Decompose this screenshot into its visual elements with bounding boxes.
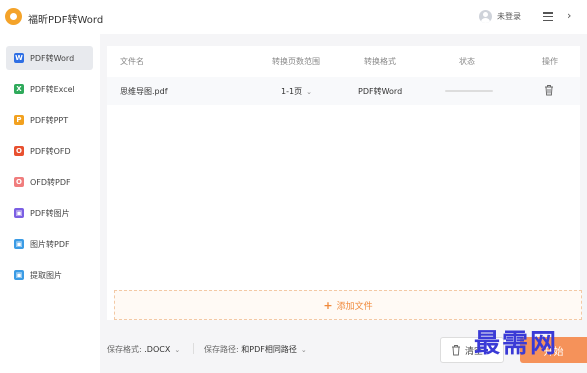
image-icon: ▣ xyxy=(14,208,24,218)
chevron-down-icon: ⌄ xyxy=(174,346,181,354)
ofd-pdf-icon: O xyxy=(14,177,24,187)
sidebar-item-label: 提取图片 xyxy=(30,270,62,280)
progress-bar xyxy=(445,90,493,92)
sidebar-item-label: PDF转Word xyxy=(30,53,75,63)
col-page-range: 转换页数范围 xyxy=(272,57,320,66)
table-header: 文件名 转换页数范围 转换格式 状态 操作 xyxy=(107,46,580,76)
sidebar-item-label: PDF转OFD xyxy=(30,146,71,156)
divider xyxy=(193,343,194,354)
login-button[interactable]: 未登录 xyxy=(479,10,521,23)
plus-icon: + xyxy=(323,298,333,312)
sidebar-item-ofd-to-pdf[interactable]: O OFD转PDF xyxy=(6,170,93,194)
word-icon: W xyxy=(14,53,24,63)
col-format: 转换格式 xyxy=(364,57,396,66)
sidebar-item-pdf-to-ppt[interactable]: P PDF转PPT xyxy=(6,108,93,132)
ofd-icon: O xyxy=(14,146,24,156)
more-chevron-icon[interactable]: › xyxy=(567,9,571,22)
avatar-icon xyxy=(479,10,492,23)
col-filename: 文件名 xyxy=(120,57,144,66)
chevron-down-icon: ⌄ xyxy=(300,346,307,354)
sidebar: W PDF转Word X PDF转Excel P PDF转PPT O PDF转O… xyxy=(0,34,100,373)
save-format-select[interactable]: 保存格式: .DOCX ⌄ xyxy=(107,344,180,355)
col-action: 操作 xyxy=(542,57,558,66)
delete-icon[interactable] xyxy=(544,84,554,98)
page-range-select[interactable]: 1-1页 ⌄ xyxy=(281,86,312,97)
trash-icon xyxy=(452,345,460,356)
add-file-button[interactable]: + 添加文件 xyxy=(114,290,582,320)
format-value: PDF转Word xyxy=(358,87,403,96)
ppt-icon: P xyxy=(14,115,24,125)
sidebar-item-extract-image[interactable]: ▣ 提取图片 xyxy=(6,263,93,287)
image-pdf-icon: ▣ xyxy=(14,239,24,249)
file-list-panel: 文件名 转换页数范围 转换格式 状态 操作 思维导图.pdf 1-1页 ⌄ PDF… xyxy=(107,46,582,320)
sidebar-item-image-to-pdf[interactable]: ▣ 图片转PDF xyxy=(6,232,93,256)
sidebar-item-pdf-to-excel[interactable]: X PDF转Excel xyxy=(6,77,93,101)
app-logo-icon xyxy=(5,8,22,25)
file-name: 思维导图.pdf xyxy=(120,87,168,96)
login-label: 未登录 xyxy=(497,12,521,21)
chevron-down-icon: ⌄ xyxy=(306,88,312,96)
title-bar: 福昕PDF转Word 未登录 › xyxy=(0,0,587,34)
app-title: 福昕PDF转Word xyxy=(28,15,104,26)
table-row[interactable]: 思维导图.pdf 1-1页 ⌄ PDF转Word xyxy=(107,77,580,105)
add-file-label: 添加文件 xyxy=(336,301,373,312)
sidebar-item-label: 图片转PDF xyxy=(30,239,70,249)
extract-image-icon: ▣ xyxy=(14,270,24,280)
sidebar-item-pdf-to-word[interactable]: W PDF转Word xyxy=(6,46,93,70)
save-path-select[interactable]: 保存路径: 和PDF相同路径 ⌄ xyxy=(204,344,307,355)
watermark-logo: 最需网 xyxy=(474,329,559,359)
sidebar-item-label: PDF转PPT xyxy=(30,115,69,125)
excel-icon: X xyxy=(14,84,24,94)
sidebar-item-label: PDF转图片 xyxy=(30,208,70,218)
col-status: 状态 xyxy=(459,57,475,66)
sidebar-item-pdf-to-ofd[interactable]: O PDF转OFD xyxy=(6,139,93,163)
menu-icon[interactable] xyxy=(543,12,553,21)
sidebar-item-pdf-to-image[interactable]: ▣ PDF转图片 xyxy=(6,201,93,225)
sidebar-item-label: PDF转Excel xyxy=(30,84,75,94)
sidebar-item-label: OFD转PDF xyxy=(30,177,71,187)
